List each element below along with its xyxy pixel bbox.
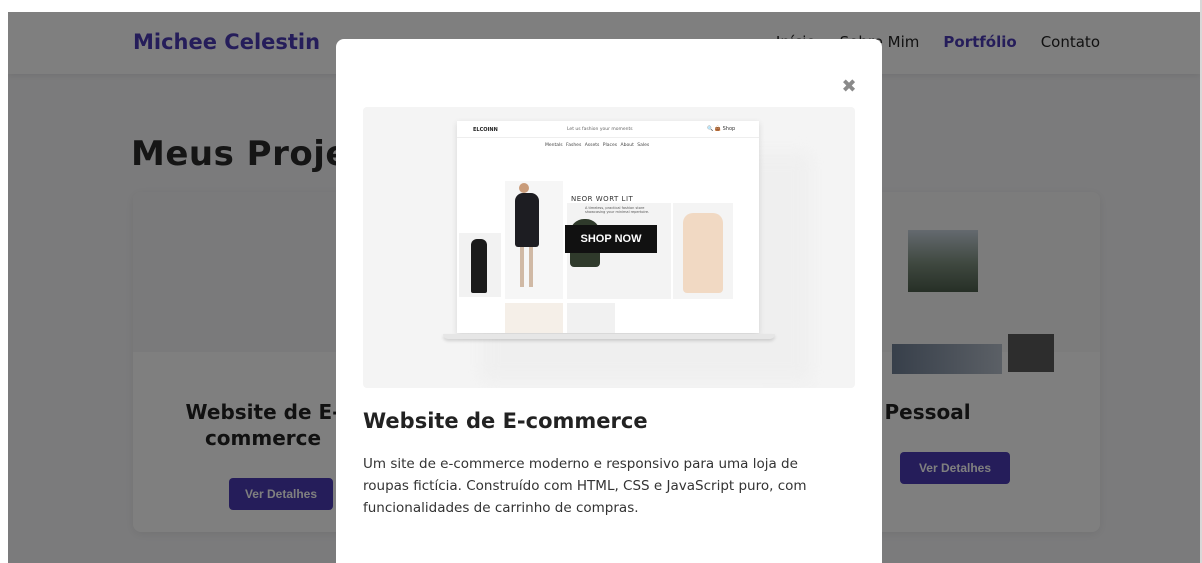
preview-tagline: Let us fashion your moments (567, 127, 633, 132)
project-modal: ✖ ELCOINN Let us fashion your moments 🔍 … (336, 39, 882, 563)
preview-hero-heading: NEOR WORT LIT (571, 195, 634, 203)
laptop-screen: ELCOINN Let us fashion your moments 🔍 👜 … (457, 121, 759, 333)
preview-model-leg (529, 247, 533, 287)
preview-tile (619, 303, 671, 333)
modal-title: Website de E-commerce (363, 409, 648, 433)
preview-tile (567, 303, 615, 333)
preview-model-head (519, 183, 529, 193)
preview-model-coat (515, 193, 539, 247)
preview-coat (683, 213, 723, 293)
preview-divider (457, 137, 759, 138)
preview-model-leg (520, 247, 524, 287)
preview-shop-now-button: SHOP NOW (565, 225, 657, 253)
window-top-edge (0, 0, 1202, 12)
preview-tile (673, 303, 733, 333)
preview-menu: Mentals Fashes Assets Places About Sales (545, 143, 650, 148)
preview-icons: 🔍 👜 Shop (707, 126, 736, 132)
modal-description: Um site de e-commerce moderno e responsi… (363, 456, 807, 516)
modal-preview-image: ELCOINN Let us fashion your moments 🔍 👜 … (363, 107, 855, 388)
laptop-base (443, 334, 775, 339)
preview-brand: ELCOINN (473, 127, 498, 133)
preview-model (471, 239, 487, 293)
preview-tile (505, 303, 563, 333)
close-icon[interactable]: ✖ (839, 77, 859, 97)
window-left-edge (0, 0, 8, 563)
preview-hero-sub: A timeless, practical fashion store show… (585, 206, 650, 214)
